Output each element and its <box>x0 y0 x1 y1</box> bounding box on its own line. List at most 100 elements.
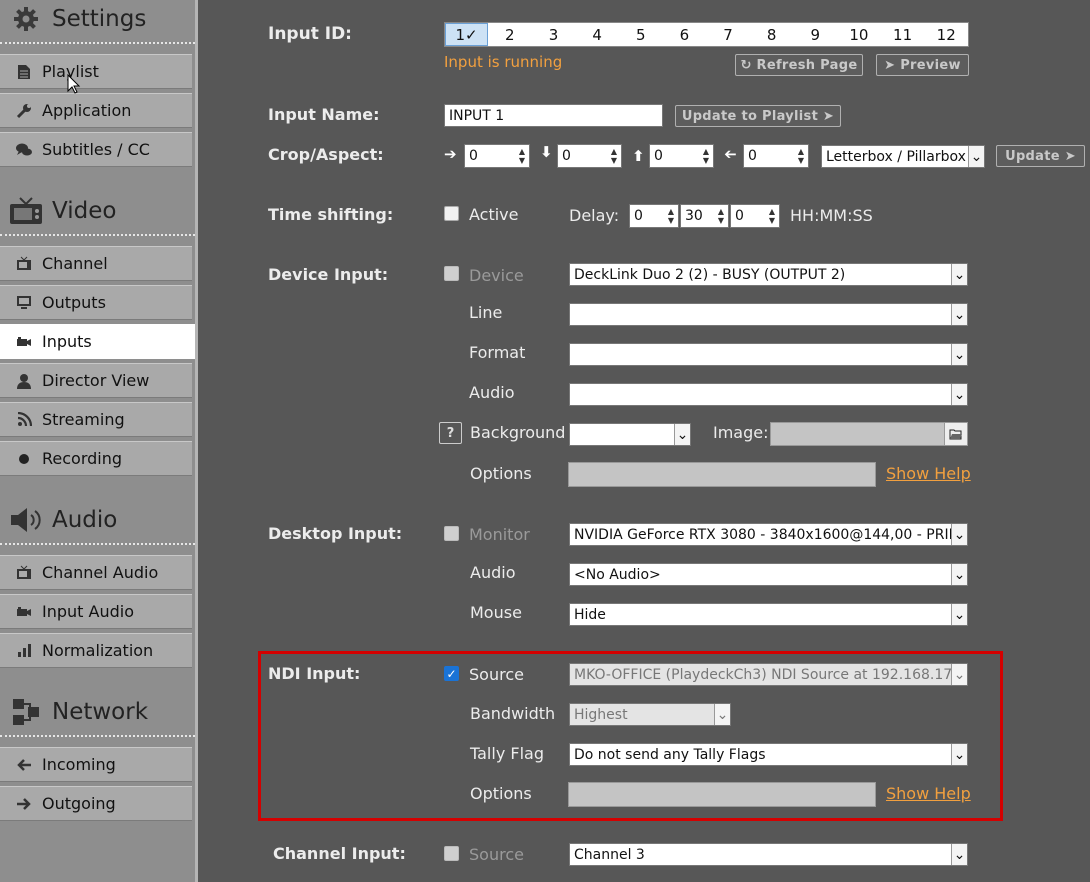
chevron-down-icon[interactable]: ⌄ <box>951 604 967 625</box>
chevron-down-icon[interactable]: ⌄ <box>951 304 967 325</box>
sidebar-item-playlist[interactable]: Playlist <box>0 54 192 89</box>
desktop-audio-value: <No Audio> <box>574 566 661 583</box>
crop-left-stepper[interactable]: 0 ▲ ▼ <box>743 144 809 168</box>
chevron-down-icon[interactable]: ⌄ <box>714 704 730 725</box>
sidebar-item-inputs[interactable]: Inputs <box>0 324 195 359</box>
channel-source-label: Source <box>469 845 524 864</box>
aspect-select[interactable]: Letterbox / Pillarbox ⌄ <box>821 145 985 168</box>
device-select[interactable]: DeckLink Duo 2 (2) - BUSY (OUTPUT 2) ⌄ <box>569 263 968 286</box>
chevron-down-icon[interactable]: ⌄ <box>951 744 967 765</box>
ndi-source-select[interactable]: MKO-OFFICE (PlaydeckCh3) NDI Source at 1… <box>569 663 968 686</box>
device-show-help-link[interactable]: Show Help <box>886 464 971 483</box>
ndi-source-checkbox[interactable]: ✓ <box>444 666 459 681</box>
spinner-arrows[interactable]: ▲ ▼ <box>714 205 728 227</box>
chevron-down-icon[interactable]: ⌄ <box>968 146 984 167</box>
folder-open-icon[interactable] <box>944 423 967 445</box>
bandwidth-select[interactable]: Highest ⌄ <box>569 703 731 726</box>
help-icon[interactable]: ? <box>439 422 462 444</box>
refresh-page-button[interactable]: ↻ Refresh Page <box>735 54 863 76</box>
ndi-show-help-link[interactable]: Show Help <box>886 784 971 803</box>
section-settings: Settings <box>0 0 195 44</box>
crop-up-stepper[interactable]: 0 ▲ ▼ <box>649 144 714 168</box>
speech-bubbles-icon <box>14 141 34 159</box>
sidebar-item-director-view[interactable]: Director View <box>0 363 192 398</box>
desktop-audio-label: Audio <box>470 563 516 582</box>
chevron-down-icon[interactable]: ⌄ <box>951 664 967 685</box>
chevron-down-icon[interactable]: ⌄ <box>674 424 690 445</box>
sidebar-item-channel[interactable]: Channel <box>0 246 192 281</box>
chevron-down-icon[interactable]: ⌄ <box>951 524 967 545</box>
desktop-audio-select[interactable]: <No Audio> ⌄ <box>569 563 968 586</box>
input-id-tab-7[interactable]: 7 <box>706 23 750 46</box>
crop-right-stepper[interactable]: 0 ▲ ▼ <box>464 144 530 168</box>
input-id-tab-11[interactable]: 11 <box>881 23 925 46</box>
sidebar-item-recording[interactable]: Recording <box>0 441 192 476</box>
channel-select[interactable]: Channel 3 ⌄ <box>569 843 968 866</box>
image-field[interactable] <box>770 422 968 446</box>
active-label: Active <box>469 205 519 224</box>
ndi-source-label: Source <box>469 665 524 684</box>
background-select[interactable]: ⌄ <box>569 423 691 446</box>
line-select[interactable]: ⌄ <box>569 303 968 326</box>
input-id-tab-4[interactable]: 4 <box>575 23 619 46</box>
input-id-tab-5[interactable]: 5 <box>619 23 663 46</box>
chevron-down-icon[interactable]: ⌄ <box>951 344 967 365</box>
camera-icon <box>14 333 34 351</box>
chevron-down-icon[interactable]: ⌄ <box>951 564 967 585</box>
time-shifting-checkbox[interactable] <box>444 206 459 221</box>
audio-select[interactable]: ⌄ <box>569 383 968 406</box>
tally-flag-select[interactable]: Do not send any Tally Flags ⌄ <box>569 743 968 766</box>
sidebar-item-application[interactable]: Application <box>0 93 192 128</box>
monitor-value: NVIDIA GeForce RTX 3080 - 3840x1600@144,… <box>574 526 968 543</box>
section-audio: Audio <box>0 497 195 545</box>
device-options-field[interactable] <box>568 462 876 487</box>
sidebar-item-outgoing[interactable]: Outgoing <box>0 786 192 821</box>
input-id-tab-9[interactable]: 9 <box>793 23 837 46</box>
input-id-tab-2[interactable]: 2 <box>488 23 532 46</box>
input-id-tab-3[interactable]: 3 <box>532 23 576 46</box>
input-name-field[interactable]: INPUT 1 <box>444 104 663 127</box>
chevron-down-icon[interactable]: ⌄ <box>951 844 967 865</box>
spinner-arrows[interactable]: ▲ ▼ <box>664 205 678 227</box>
arrow-up-icon: ⬆ <box>632 147 645 165</box>
ndi-options-field[interactable] <box>568 782 876 807</box>
delay-hours-stepper[interactable]: 0 ▲ ▼ <box>629 204 679 228</box>
spinner-arrows[interactable]: ▲ ▼ <box>515 145 529 167</box>
device-input-label: Device Input: <box>268 265 389 284</box>
monitor-checkbox[interactable] <box>444 526 459 541</box>
delay-seconds-stepper[interactable]: 0 ▲ ▼ <box>730 204 780 228</box>
update-to-playlist-button[interactable]: Update to Playlist ➤ <box>675 105 841 127</box>
input-id-tab-12[interactable]: 12 <box>924 23 968 46</box>
crop-down-stepper[interactable]: 0 ▲ ▼ <box>557 144 622 168</box>
input-id-tab-1[interactable]: 1✓ <box>445 23 488 46</box>
sidebar-item-outputs[interactable]: Outputs <box>0 285 192 320</box>
spinner-arrows[interactable]: ▲ ▼ <box>607 145 621 167</box>
sidebar-item-input-audio[interactable]: Input Audio <box>0 594 192 629</box>
arrow-left-icon: ➔ <box>724 145 737 163</box>
channel-source-checkbox[interactable] <box>444 846 459 861</box>
preview-button[interactable]: ➤ Preview <box>876 54 969 76</box>
spinner-arrows[interactable]: ▲ ▼ <box>699 145 713 167</box>
mouse-select[interactable]: Hide ⌄ <box>569 603 968 626</box>
device-checkbox[interactable] <box>444 266 459 281</box>
chevron-down-icon[interactable]: ⌄ <box>951 264 967 285</box>
sidebar-item-subtitles[interactable]: Subtitles / CC <box>0 132 192 167</box>
channel-value: Channel 3 <box>574 846 645 863</box>
chevron-down-icon[interactable]: ⌄ <box>951 384 967 405</box>
sidebar-item-incoming[interactable]: Incoming <box>0 747 192 782</box>
input-id-tab-6[interactable]: 6 <box>663 23 707 46</box>
spinner-arrows[interactable]: ▲ ▼ <box>794 145 808 167</box>
input-id-tab-10[interactable]: 10 <box>837 23 881 46</box>
crop-update-button[interactable]: Update ➤ <box>996 145 1085 167</box>
monitor-select[interactable]: NVIDIA GeForce RTX 3080 - 3840x1600@144,… <box>569 523 968 546</box>
spinner-arrows[interactable]: ▲ ▼ <box>765 205 779 227</box>
sidebar-item-streaming[interactable]: Streaming <box>0 402 192 437</box>
sidebar-item-channel-audio[interactable]: Channel Audio <box>0 555 192 590</box>
delay-minutes-stepper[interactable]: 30 ▲ ▼ <box>680 204 729 228</box>
sidebar-item-normalization[interactable]: Normalization <box>0 633 192 668</box>
device-value: DeckLink Duo 2 (2) - BUSY (OUTPUT 2) <box>574 266 846 283</box>
arrow-left-icon <box>14 756 34 774</box>
crop-up-value: 0 <box>654 148 663 164</box>
format-select[interactable]: ⌄ <box>569 343 968 366</box>
input-id-tab-8[interactable]: 8 <box>750 23 794 46</box>
